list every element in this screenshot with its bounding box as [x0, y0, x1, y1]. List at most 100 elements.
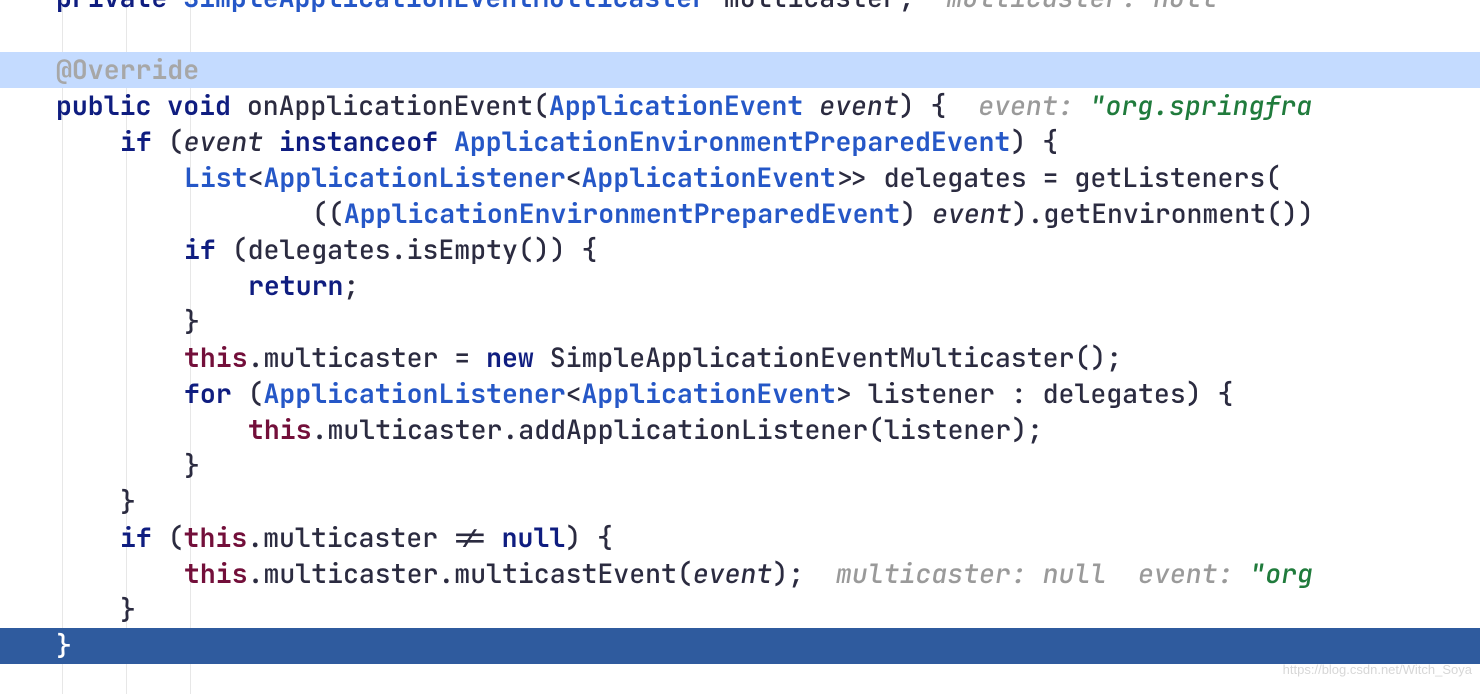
code-line[interactable]: if (this.multicaster != null) {	[0, 520, 1480, 556]
token-id: ).getEnvironment())	[1012, 196, 1314, 231]
token-str: "org.springfra	[1090, 88, 1313, 123]
code-line[interactable]: this.multicaster.multicastEvent(event); …	[0, 556, 1480, 592]
token-id: ) {	[899, 88, 979, 123]
code-line[interactable]: if (delegates.isEmpty()) {	[0, 232, 1480, 268]
token-id: (delegates.isEmpty()) {	[216, 232, 598, 267]
token-this: this	[184, 340, 248, 375]
token-param: event	[693, 556, 773, 591]
code-text: ((ApplicationEnvironmentPreparedEvent) e…	[312, 196, 1314, 232]
code-text: this.multicaster.addApplicationListener(…	[248, 412, 1043, 448]
token-this: this	[248, 412, 312, 447]
token-id	[263, 124, 279, 159]
code-text: List<ApplicationListener<ApplicationEven…	[184, 160, 1281, 196]
token-id: (	[152, 124, 184, 159]
token-id: ((	[312, 196, 344, 231]
code-text: public void onApplicationEvent(Applicati…	[56, 88, 1312, 124]
token-kw: if	[184, 232, 216, 267]
token-id: <	[566, 376, 582, 411]
token-id: }	[120, 592, 136, 627]
code-line[interactable]: }	[0, 484, 1480, 520]
code-text: }	[184, 448, 200, 484]
token-kw: return	[248, 268, 343, 303]
token-type: ApplicationEvent	[582, 376, 836, 411]
token-type: ApplicationEnvironmentPreparedEvent	[454, 124, 1011, 159]
token-kw: new	[486, 340, 534, 375]
token-this: this	[184, 520, 248, 555]
code-text: }	[184, 304, 200, 340]
token-id	[438, 124, 454, 159]
code-line[interactable]: List<ApplicationListener<ApplicationEven…	[0, 160, 1480, 196]
token-kw: private	[56, 0, 183, 15]
token-id: }	[184, 448, 200, 483]
token-type: ApplicationEvent	[549, 88, 803, 123]
watermark-text: https://blog.csdn.net/Witch_Soya	[1283, 652, 1472, 688]
token-id	[803, 88, 819, 123]
code-line[interactable]: ((ApplicationEnvironmentPreparedEvent) e…	[0, 196, 1480, 232]
token-id: .multicaster !=	[247, 520, 501, 555]
token-kw: instanceof	[279, 124, 438, 159]
token-id: (	[152, 520, 184, 555]
code-line[interactable]: @Override	[0, 52, 1480, 88]
token-id: .multicaster =	[248, 340, 487, 375]
code-line[interactable]: this.multicaster = new SimpleApplication…	[0, 340, 1480, 376]
code-text: }	[120, 592, 136, 628]
token-id: .multicaster.multicastEvent(	[248, 556, 693, 591]
token-id: ;	[343, 268, 359, 303]
token-id: );	[772, 556, 836, 591]
code-text: if (delegates.isEmpty()) {	[184, 232, 597, 268]
token-kw: for	[184, 376, 232, 411]
token-id: >> delegates = getListeners(	[836, 160, 1281, 195]
token-param: event	[819, 88, 899, 123]
token-id: ) {	[565, 520, 613, 555]
token-type: List	[184, 160, 248, 195]
token-id: <	[248, 160, 264, 195]
token-id: }	[120, 484, 136, 519]
token-id: multicaster	[708, 0, 899, 15]
token-param: event	[932, 196, 1012, 231]
token-id: onApplicationEvent(	[247, 88, 549, 123]
token-punct: ;	[899, 0, 915, 15]
token-id: > listener : delegates) {	[836, 376, 1234, 411]
token-id: <	[566, 160, 582, 195]
token-hint: multicaster: null	[915, 0, 1217, 15]
code-line[interactable]: if (event instanceof ApplicationEnvironm…	[0, 124, 1480, 160]
code-line[interactable]: }	[0, 448, 1480, 484]
code-text: this.multicaster.multicastEvent(event); …	[184, 556, 1313, 592]
token-str: "org	[1249, 556, 1313, 591]
code-line[interactable]: }	[0, 628, 1480, 664]
token-type: SimpleApplicationEventMulticaster	[183, 0, 708, 15]
code-line[interactable]: public void onApplicationEvent(Applicati…	[0, 88, 1480, 124]
token-id: )	[900, 196, 932, 231]
code-text: if (event instanceof ApplicationEnvironm…	[120, 124, 1058, 160]
token-kw: null	[502, 520, 566, 555]
token-hint: event:	[978, 88, 1089, 123]
token-id: }	[56, 628, 72, 663]
token-kw: public void	[56, 88, 247, 123]
code-text: if (this.multicaster != null) {	[120, 520, 613, 556]
token-type: ApplicationListener	[264, 160, 566, 195]
token-this: this	[184, 556, 248, 591]
code-line[interactable]: }	[0, 304, 1480, 340]
token-ann: @Override	[56, 52, 199, 87]
token-id: (	[232, 376, 264, 411]
token-type: ApplicationEvent	[582, 160, 836, 195]
code-text: @Override	[56, 52, 199, 88]
token-hint: multicaster: null event:	[836, 556, 1249, 591]
code-text: this.multicaster = new SimpleApplication…	[184, 340, 1122, 376]
code-text: }	[56, 628, 72, 664]
token-kw: if	[120, 520, 152, 555]
code-line[interactable]: return;	[0, 268, 1480, 304]
code-text: }	[120, 484, 136, 520]
token-type: ApplicationListener	[264, 376, 566, 411]
token-id: }	[184, 304, 200, 339]
code-text: return;	[248, 268, 359, 304]
code-line[interactable]: this.multicaster.addApplicationListener(…	[0, 412, 1480, 448]
editor-viewport[interactable]: private SimpleApplicationEventMulticaste…	[0, 0, 1480, 694]
code-line[interactable]: }	[0, 592, 1480, 628]
token-id: .multicaster.addApplicationListener(list…	[312, 412, 1043, 447]
token-param: event	[184, 124, 264, 159]
code-line[interactable]: for (ApplicationListener<ApplicationEven…	[0, 376, 1480, 412]
code-line[interactable]: private SimpleApplicationEventMulticaste…	[0, 0, 1480, 16]
token-type: ApplicationEnvironmentPreparedEvent	[344, 196, 901, 231]
code-text: private SimpleApplicationEventMulticaste…	[56, 0, 1217, 16]
